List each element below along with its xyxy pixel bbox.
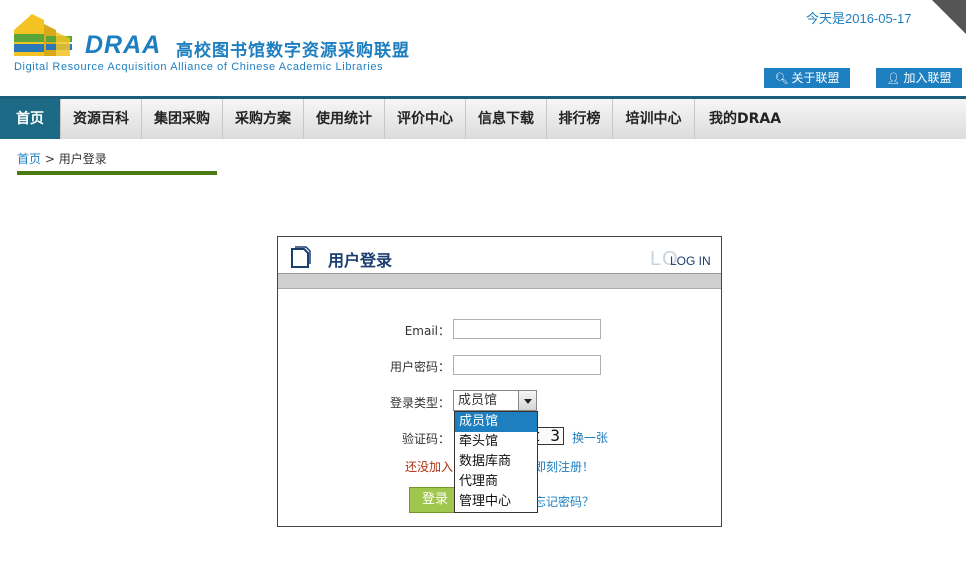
main-nav: 首页 资源百科 集团采购 采购方案 使用统计 评价中心 信息下载 排行榜 培训中… (0, 96, 966, 139)
search-icon: 🔍︎ (774, 72, 789, 85)
corner-fold-decoration (932, 0, 966, 34)
breadcrumb-home-link[interactable]: 首页 (17, 152, 41, 166)
nav-item-downloads[interactable]: 信息下载 (466, 99, 547, 139)
about-alliance-button[interactable]: 🔍︎ 关于联盟 (764, 68, 850, 88)
document-icon (291, 246, 311, 268)
password-label: 用户密码： (389, 360, 450, 374)
login-type-option-member[interactable]: 成员馆 (455, 412, 537, 432)
nav-item-evaluation[interactable]: 评价中心 (385, 99, 466, 139)
forgot-password-link[interactable]: 忘记密码？ (534, 493, 594, 510)
password-field[interactable] (453, 355, 601, 375)
refresh-captcha-link[interactable]: 换一张 (572, 429, 608, 446)
breadcrumb-underline (17, 171, 217, 175)
login-type-selected-value: 成员馆 (458, 393, 498, 408)
nav-item-training[interactable]: 培训中心 (613, 99, 695, 139)
login-type-dropdown-list: 成员馆 牵头馆 数据库商 代理商 管理中心 (454, 411, 538, 513)
join-alliance-label: 加入联盟 (903, 71, 952, 85)
today-date: 今天是2016-05-17 (806, 11, 912, 26)
login-badge: LOG IN (670, 254, 711, 268)
login-panel-header: 用户登录 LO LOG IN (278, 237, 721, 273)
join-alliance-button[interactable]: 👤︎ 加入联盟 (876, 68, 962, 88)
login-panel-divider-bar (278, 273, 721, 289)
breadcrumb-separator: > (44, 152, 55, 166)
about-alliance-label: 关于联盟 (791, 71, 840, 85)
breadcrumb: 首页 > 用户登录 (17, 150, 107, 167)
brand-title-en: Digital Resource Acquisition Alliance of… (14, 61, 384, 73)
brand-title-cn: 高校图书馆数字资源采购联盟 (176, 41, 410, 61)
login-type-option-admin[interactable]: 管理中心 (455, 492, 537, 512)
login-type-option-agent[interactable]: 代理商 (455, 472, 537, 492)
nav-item-usage-stats[interactable]: 使用统计 (304, 99, 385, 139)
chevron-down-icon[interactable] (518, 391, 536, 410)
login-panel: 用户登录 LO LOG IN Email： 用户密码： 登录类型： 成员馆 验证… (277, 236, 722, 527)
not-member-text: 还没加入 (405, 460, 454, 474)
login-type-select[interactable]: 成员馆 (453, 390, 537, 411)
breadcrumb-current: 用户登录 (58, 152, 107, 166)
login-panel-title: 用户登录 (328, 251, 393, 270)
captcha-label: 验证码： (401, 432, 450, 446)
nav-item-resources[interactable]: 资源百科 (61, 99, 142, 139)
brand-name: DRAA (85, 31, 162, 59)
draa-logo (14, 14, 72, 56)
login-type-option-vendor[interactable]: 数据库商 (455, 452, 537, 472)
register-link[interactable]: 即刻注册！ (534, 458, 594, 475)
nav-item-home[interactable]: 首页 (0, 99, 61, 139)
nav-item-my-draa[interactable]: 我的DRAA (695, 99, 795, 139)
user-icon: 👤︎ (886, 72, 901, 85)
email-label: Email： (404, 324, 450, 338)
login-type-option-lead[interactable]: 牵头馆 (455, 432, 537, 452)
login-type-label: 登录类型： (389, 396, 450, 410)
nav-item-rankings[interactable]: 排行榜 (547, 99, 613, 139)
email-field[interactable] (453, 319, 601, 339)
nav-item-group-purchase[interactable]: 集团采购 (142, 99, 223, 139)
nav-item-purchase-plans[interactable]: 采购方案 (223, 99, 304, 139)
